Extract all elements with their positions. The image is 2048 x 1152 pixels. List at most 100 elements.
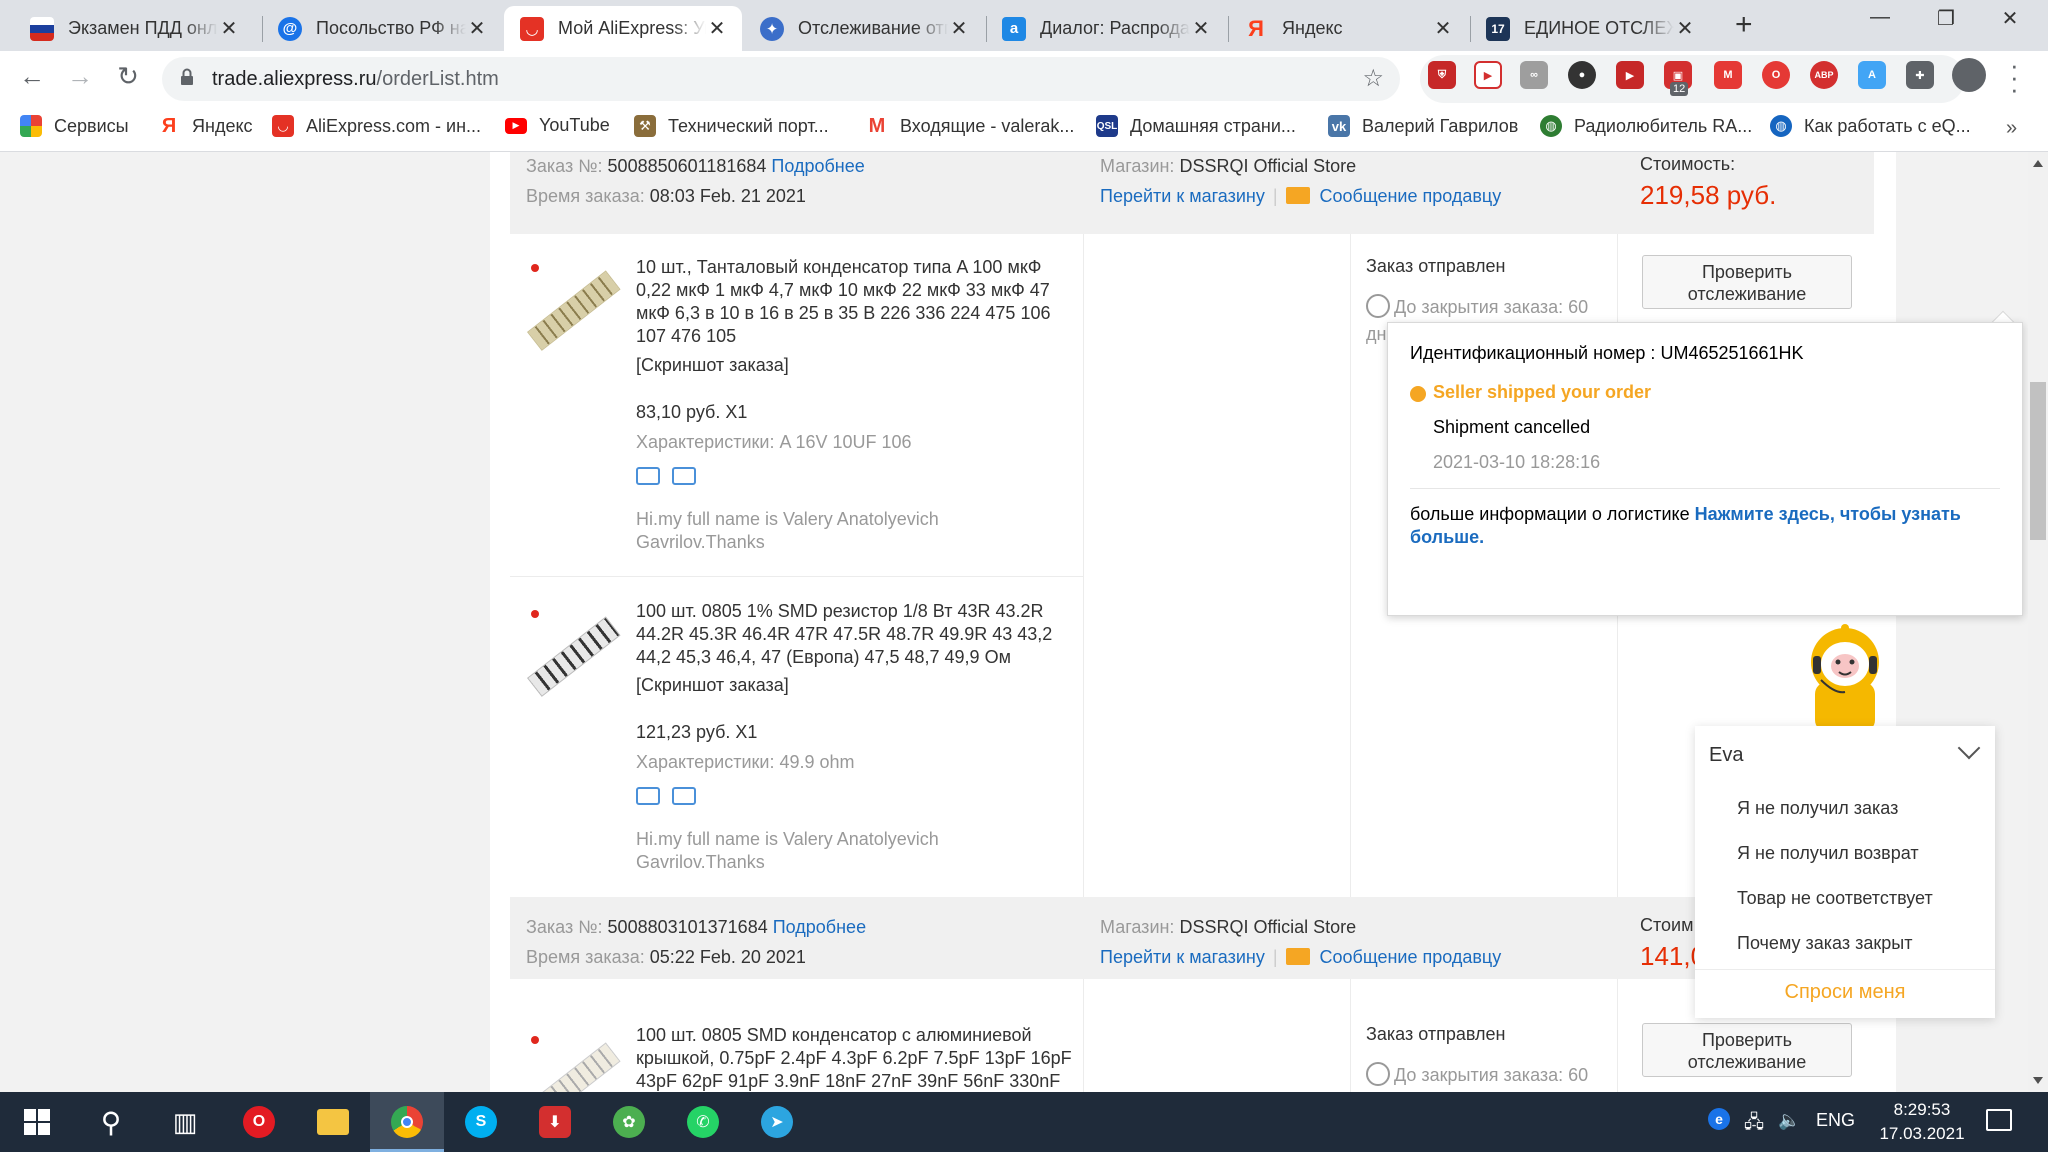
product-title-link[interactable]: 10 шт., Танталовый конденсатор типа A 10… [636, 256, 1076, 348]
eva-option-not-as-described[interactable]: Товар не соответствует [1737, 888, 1933, 909]
product-title-link[interactable]: 100 шт. 0805 1% SMD резистор 1/8 Вт 43R … [636, 600, 1076, 669]
close-icon[interactable]: ✕ [706, 16, 728, 41]
shield-extension-icon[interactable]: ⛨ [1428, 61, 1456, 89]
order-time-row: Время заказа: 08:03 Feb. 21 2021 [526, 186, 806, 206]
close-icon[interactable]: ✕ [948, 16, 970, 41]
bike-extension-icon[interactable]: ∞ [1520, 61, 1548, 89]
tab-tracking[interactable]: ✦ Отслеживание отправлений ✕ [744, 6, 984, 51]
order-screenshot-link[interactable]: [Скриншот заказа] [636, 355, 789, 376]
taskbar-telegram[interactable]: ➤ [740, 1092, 814, 1152]
network-icon[interactable]: 🖧 [1744, 1110, 1764, 1140]
task-view-icon: ▥ [172, 1106, 198, 1137]
check-tracking-button[interactable]: Проверить отслеживание [1642, 255, 1852, 309]
browser-toolbar: ← → ↻ trade.aliexpress.ru/orderList.htm … [0, 51, 2048, 107]
message-seller-link[interactable]: Сообщение продавцу [1320, 186, 1502, 206]
reload-button[interactable]: ↻ [110, 61, 146, 92]
scroll-up-arrow[interactable] [2033, 160, 2043, 167]
back-button[interactable]: ← [14, 61, 50, 92]
new-tab-button[interactable]: + [1735, 8, 1753, 42]
bookmark-gmail[interactable]: M Входящие - valerak... [866, 115, 1074, 137]
message-seller-link[interactable]: Сообщение продавцу [1320, 947, 1502, 967]
forward-button[interactable]: → [62, 61, 98, 92]
bookmark-home-page[interactable]: QSL Домашняя страни... [1096, 115, 1296, 137]
puzzle-icon[interactable]: ✚ [1906, 61, 1934, 89]
page-scrollbar[interactable] [2028, 152, 2048, 1092]
scroll-thumb[interactable] [2030, 382, 2046, 540]
product-title-link[interactable]: 100 шт. 0805 SMD конденсатор с алюминиев… [636, 1024, 1086, 1092]
close-window-button[interactable]: ✕ [1980, 6, 2040, 31]
video-extension-icon[interactable]: ▶ [1616, 61, 1644, 89]
system-clock[interactable]: 8:29:53 17.03.2021 [1872, 1098, 1972, 1146]
close-icon[interactable]: ✕ [1432, 16, 1454, 41]
bookmark-vk[interactable]: vk Валерий Гаврилов [1328, 115, 1518, 137]
eva-ask-button[interactable]: Спроси меня [1695, 981, 1995, 1004]
opera-extension-icon[interactable]: O [1762, 61, 1790, 89]
bookmark-youtube[interactable]: ▶ YouTube [505, 115, 610, 136]
go-to-store-link[interactable]: Перейти к магазину [1100, 947, 1265, 967]
check-tracking-button[interactable]: Проверить отслеживание [1642, 1023, 1852, 1077]
lock-icon [181, 68, 193, 85]
edge-tray-icon[interactable]: e [1708, 1108, 1730, 1130]
windows-taskbar: ⚲ ▥ O S ⬇ ✿ ✆ ➤ e 🖧 🔈 ENG 8:29:53 17.03.2… [0, 1092, 2048, 1152]
minimize-button[interactable]: — [1850, 6, 1910, 29]
order-header: Заказ №: 5008850601181684 Подробнее Врем… [510, 152, 1874, 234]
start-button[interactable] [0, 1092, 74, 1152]
bookmark-eqsl[interactable]: ◍ Как работать с eQ... [1770, 115, 1971, 137]
taskbar-downloader[interactable]: ⬇ [518, 1092, 592, 1152]
bookmark-yandex[interactable]: Я Яндекс [158, 115, 253, 137]
taskbar-opera[interactable]: O [222, 1092, 296, 1152]
tab-yandex[interactable]: Я Яндекс ✕ [1228, 6, 1468, 51]
tab-dialog[interactable]: a Диалог: Распродажа ✕ [986, 6, 1226, 51]
order-details-link[interactable]: Подробнее [771, 156, 864, 176]
tab-pdd-exam[interactable]: Экзамен ПДД онлайн ✕ [14, 6, 254, 51]
close-icon[interactable]: ✕ [218, 16, 240, 41]
bookmark-radio-amateur[interactable]: ◍ Радиолюбитель RA... [1540, 115, 1752, 137]
bookmarks-overflow-icon[interactable]: » [2006, 117, 2017, 140]
task-view-button[interactable]: ▥ [148, 1092, 222, 1152]
adblock-icon[interactable]: ABP [1810, 61, 1838, 89]
close-icon[interactable]: ✕ [1190, 16, 1212, 41]
kebab-menu-icon[interactable]: · · · [2010, 52, 2019, 102]
product-thumbnail[interactable] [525, 602, 621, 697]
bookmark-aliexpress[interactable]: ◡ AliExpress.com - ин... [272, 115, 481, 137]
volume-icon[interactable]: 🔈 [1778, 1110, 1800, 1131]
address-bar[interactable]: trade.aliexpress.ru/orderList.htm ☆ [162, 57, 1400, 101]
search-button[interactable]: ⚲ [74, 1092, 148, 1152]
eva-option-why-closed[interactable]: Почему заказ закрыт [1737, 933, 1912, 954]
order-details-link[interactable]: Подробнее [773, 917, 866, 937]
taskbar-icq[interactable]: ✿ [592, 1092, 666, 1152]
tab-aliexpress-orders[interactable]: ◡ Мой AliExpress: Управление ✕ [504, 6, 742, 51]
product-specs: Характеристики: A 16V 10UF 106 [636, 432, 912, 452]
translate-icon[interactable]: A [1858, 61, 1886, 89]
play-shield-extension-icon[interactable]: ▶ [1474, 61, 1502, 89]
close-icon[interactable]: ✕ [1674, 16, 1696, 41]
order-screenshot-link[interactable]: [Скриншот заказа] [636, 675, 789, 696]
tab-17track[interactable]: 17 ЕДИНОЕ ОТСЛЕЖИВАНИЕ ✕ [1470, 6, 1710, 51]
product-thumbnail[interactable] [525, 1028, 621, 1092]
taskbar-whatsapp[interactable]: ✆ [666, 1092, 740, 1152]
eva-assistant-icon[interactable] [1795, 622, 1895, 732]
close-icon[interactable]: ✕ [466, 16, 488, 41]
profile-avatar[interactable] [1952, 58, 1986, 92]
record-extension-icon[interactable]: ● [1568, 61, 1596, 89]
youtube-icon: ▶ [505, 117, 527, 134]
language-indicator[interactable]: ENG [1816, 1110, 1855, 1131]
bookmark-tech-portal[interactable]: ⚒ Технический порт... [634, 115, 829, 137]
eva-option-no-refund[interactable]: Я не получил возврат [1737, 843, 1919, 864]
scroll-down-arrow[interactable] [2033, 1077, 2043, 1084]
column-divider [1617, 979, 1618, 1092]
go-to-store-link[interactable]: Перейти к магазину [1100, 186, 1265, 206]
taskbar-explorer[interactable] [296, 1092, 370, 1152]
restore-button[interactable]: ❐ [1916, 6, 1976, 31]
product-thumbnail[interactable] [525, 256, 621, 351]
search-icon: ⚲ [100, 1106, 122, 1138]
taskbar-skype[interactable]: S [444, 1092, 518, 1152]
taskbar-chrome[interactable] [370, 1092, 444, 1152]
chevron-down-icon[interactable] [1957, 736, 1981, 760]
m-extension-icon[interactable]: M [1714, 61, 1742, 89]
bookmark-star-icon[interactable]: ☆ [1362, 64, 1384, 93]
tab-embassy[interactable]: @ Посольство РФ на ✕ [262, 6, 502, 51]
bookmark-services[interactable]: Сервисы [20, 115, 129, 137]
eva-option-not-received[interactable]: Я не получил заказ [1737, 798, 1898, 819]
notifications-icon[interactable] [1986, 1109, 2012, 1131]
